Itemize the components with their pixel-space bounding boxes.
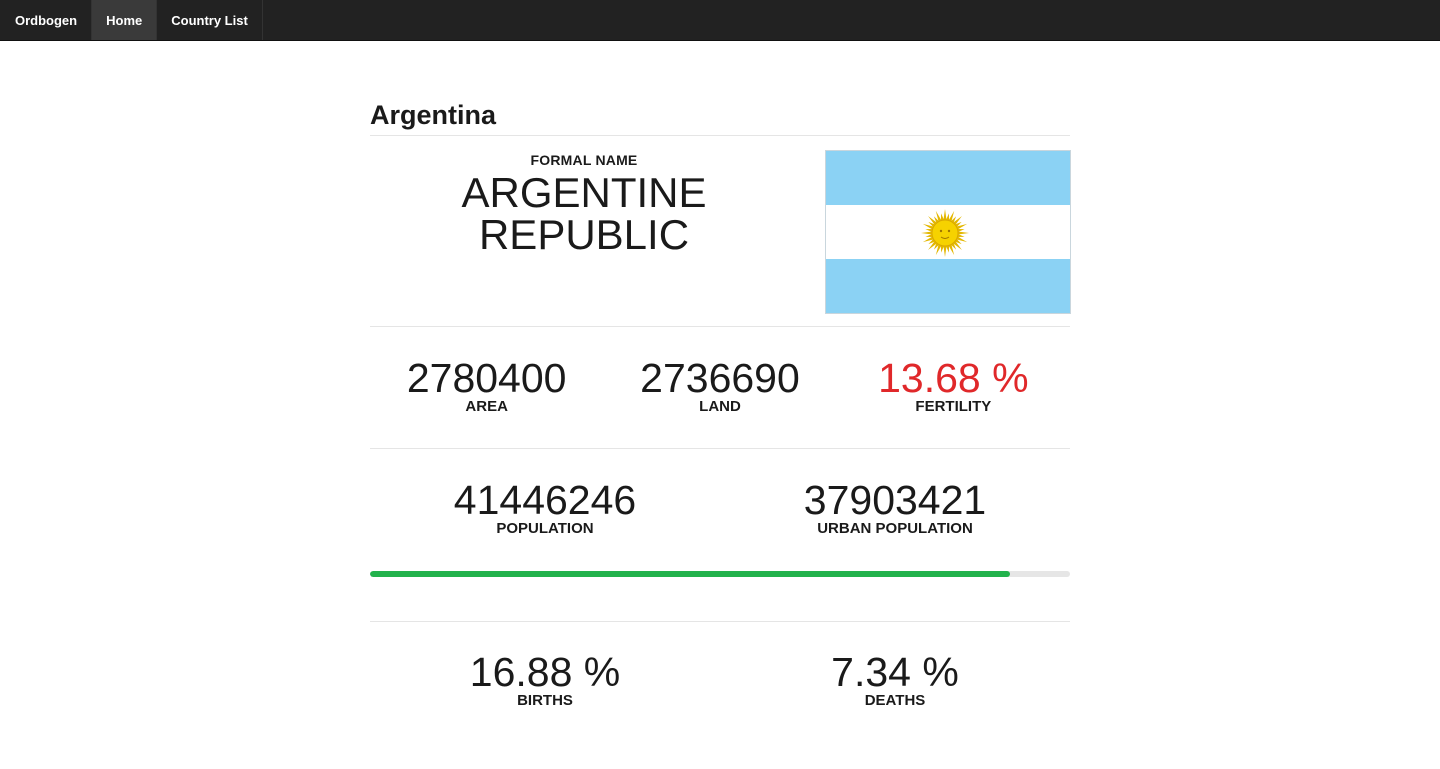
urban-population-progress-fill [370,571,1011,577]
page-title: Argentina [370,40,1070,136]
flag-stripe-top [826,151,1070,205]
sun-of-may-icon [921,209,969,257]
sun-ray [945,213,950,221]
country-detail: Argentina FORMAL NAME ARGENTINE REPUBLIC… [370,40,1071,762]
deaths-value: 7.34 % [831,649,959,695]
land-value: 2736690 [640,355,800,401]
area-value: 2780400 [406,355,567,401]
urban-population-progress-bar [370,571,1070,577]
formal-name-row: FORMAL NAME ARGENTINE REPUBLIC [370,136,1071,327]
land-stat: 2736690 LAND [603,327,836,448]
sun-ray [921,231,933,235]
sun-ray [957,233,965,238]
population-value: 41446246 [453,477,637,523]
deaths-stat: 7.34 % DEATHS [720,622,1070,762]
urban-population-value: 37903421 [803,477,987,523]
formal-name-label: FORMAL NAME [530,152,638,168]
births-stat: 16.88 % BIRTHS [370,622,720,762]
area-stats-row: 2780400 AREA 2736690 LAND 13.68 % FERTIL… [370,327,1070,449]
population-label: POPULATION [496,520,594,537]
births-label: BIRTHS [517,692,573,709]
nav-country-list[interactable]: Country List [157,0,263,40]
urban-population-label: URBAN POPULATION [817,520,973,537]
land-label: LAND [699,398,741,415]
sun-ray [943,209,947,221]
top-navbar: Ordbogen Home Country List [0,0,1440,41]
formal-name-block: FORMAL NAME ARGENTINE REPUBLIC [370,150,798,256]
urban-population-stat: 37903421 URBAN POPULATION [720,449,1070,550]
births-value: 16.88 % [469,649,621,695]
sun-ray [957,228,965,233]
fertility-label: FERTILITY [915,398,992,415]
fertility-value: 13.68 % [878,355,1029,401]
fertility-stat: 13.68 % FERTILITY [837,327,1070,448]
nav-home[interactable]: Home [91,0,158,40]
sun-ray [925,228,933,233]
flag-stripe-bottom [826,259,1070,313]
brand-link[interactable]: Ordbogen [0,0,91,40]
population-stats-row: 41446246 POPULATION 37903421 URBAN POPUL… [370,449,1070,622]
argentina-flag-icon [825,150,1071,314]
area-stat: 2780400 AREA [370,327,603,448]
formal-name-value: ARGENTINE REPUBLIC [461,169,707,258]
population-stat: 41446246 POPULATION [370,449,720,550]
area-label: AREA [465,398,508,415]
vital-stats-row: 16.88 % BIRTHS 7.34 % DEATHS [370,622,1070,762]
sun-ray [957,231,969,235]
deaths-label: DEATHS [864,692,926,709]
sun-ray [940,245,945,253]
sun-ray [943,245,947,257]
